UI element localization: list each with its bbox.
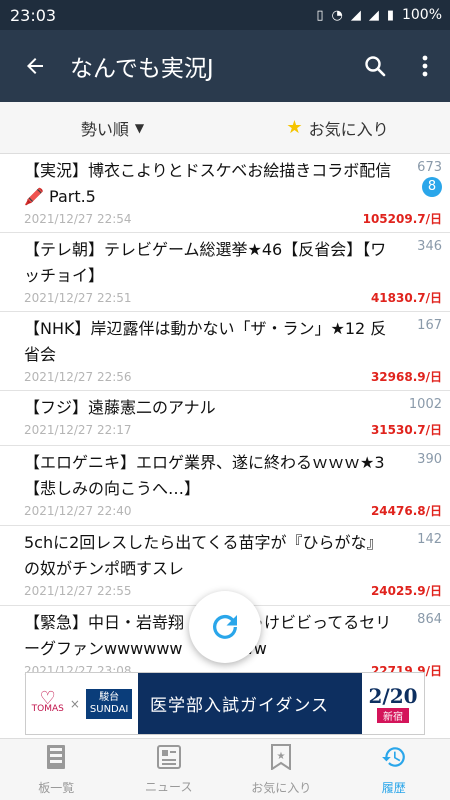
battery-icon: ▮: [386, 7, 394, 23]
thread-date: 2021/12/27 22:55: [24, 584, 132, 598]
bottom-navigation: 板一覧 ニュース ★ お気に入り 履歴: [0, 738, 450, 800]
nav-news[interactable]: ニュース: [113, 739, 226, 800]
ad-headline: 医学部入試ガイダンス: [138, 673, 362, 734]
refresh-button[interactable]: [189, 591, 261, 663]
page-title: なんでも実況J: [70, 56, 214, 82]
thread-title: 5chに2回レスしたら出てくる苗字が『ひらがな』の奴がチンポ晒すスレ: [24, 533, 383, 578]
nav-board-list-label: 板一覧: [38, 780, 75, 795]
favorites-filter[interactable]: ★ お気に入り: [225, 102, 450, 153]
ad-cross: ×: [69, 696, 80, 711]
tomas-text: TOMAS: [31, 703, 64, 714]
thread-row[interactable]: 【テレ朝】テレビゲーム総選挙★46【反省会】【ワッチョイ】 346 2021/1…: [0, 233, 450, 312]
sort-dropdown[interactable]: 勢い順 ▼: [0, 102, 225, 153]
nav-favorites[interactable]: ★ お気に入り: [225, 739, 338, 800]
thread-row[interactable]: 【NHK】岸辺露伴は動かない「ザ・ラン」★12 反省会 167 2021/12/…: [0, 312, 450, 391]
ad-banner[interactable]: ♡ TOMAS × 駿台 SUNDAI 医学部入試ガイダンス 2/20 新宿: [25, 672, 425, 735]
thread-speed: 24025.9/日: [370, 584, 442, 598]
thread-title: 【フジ】遠藤憲二のアナル: [24, 398, 216, 417]
vibrate-icon: ▯: [316, 7, 324, 23]
more-vertical-icon[interactable]: [400, 30, 450, 102]
heart-logo-icon: ♡: [39, 687, 56, 709]
board-list-icon: [45, 744, 67, 775]
thread-date: 2021/12/27 22:56: [24, 370, 132, 384]
thread-count-box: 673 8: [417, 160, 442, 197]
thread-date: 2021/12/27 22:40: [24, 504, 132, 518]
app-bar: なんでも実況J: [0, 30, 450, 102]
wifi-icon: ◔: [331, 7, 343, 23]
battery-level: 100%: [401, 7, 442, 23]
nav-history-label: 履歴: [381, 780, 406, 795]
thread-row[interactable]: 【フジ】遠藤憲二のアナル 1002 2021/12/27 22:17 31530…: [0, 391, 450, 446]
reply-count: 1002: [408, 397, 442, 412]
signal-icon-2: ◢: [368, 7, 379, 23]
thread-speed: 24476.8/日: [370, 504, 442, 518]
thread-row[interactable]: 【エロゲニキ】エロゲ業界、遂に終わるｗｗｗ★3【悲しみの向こうへ…】 390 2…: [0, 446, 450, 526]
nav-board-list[interactable]: 板一覧: [0, 739, 113, 800]
sundai-text: SUNDAI: [89, 703, 129, 715]
thread-title: 【NHK】岸辺露伴は動かない「ザ・ラン」★12 反省会: [24, 319, 387, 364]
status-icons: ▯ ◔ ◢ ◢ ▮ 100%: [316, 7, 442, 23]
thread-title: 【エロゲニキ】エロゲ業界、遂に終わるｗｗｗ★3【悲しみの向こうへ…】: [24, 453, 385, 498]
reply-count: 673: [417, 160, 442, 175]
search-icon[interactable]: [350, 30, 400, 102]
refresh-icon: [213, 614, 237, 639]
nav-news-label: ニュース: [145, 779, 193, 794]
thread-meta: 2021/12/27 22:17 31530.7/日: [24, 421, 442, 439]
nav-history[interactable]: 履歴: [338, 739, 450, 800]
thread-meta: 2021/12/27 22:56 32968.9/日: [24, 368, 442, 386]
thread-speed: 41830.7/日: [370, 291, 442, 305]
ad-location: 新宿: [377, 708, 409, 723]
thread-speed: 105209.7/日: [362, 212, 442, 226]
thread-meta: 2021/12/27 22:51 41830.7/日: [24, 289, 442, 307]
reply-count: 167: [417, 318, 442, 333]
sundai-kanji: 駿台: [99, 691, 120, 703]
back-arrow-icon[interactable]: [0, 30, 70, 102]
reply-count: 390: [417, 452, 442, 467]
thread-row[interactable]: 【実況】博衣こよりとドスケベお絵描きコラボ配信🖍️ Part.5 673 8 2…: [0, 154, 450, 233]
news-icon: [156, 744, 181, 774]
history-icon: [381, 744, 407, 775]
status-time: 23:03: [10, 5, 57, 25]
star-icon: ★: [286, 117, 303, 138]
signal-icon: ◢: [350, 7, 361, 23]
favorites-label: お気に入り: [308, 119, 389, 139]
caret-down-icon: ▼: [134, 120, 145, 135]
sort-tabs: 勢い順 ▼ ★ お気に入り: [0, 102, 450, 154]
ad-date: 2/20: [368, 684, 418, 708]
thread-title: 【テレ朝】テレビゲーム総選挙★46【反省会】【ワッチョイ】: [24, 240, 387, 285]
reply-count: 142: [417, 532, 442, 547]
thread-speed: 31530.7/日: [370, 423, 442, 437]
thread-meta: 2021/12/27 22:40 24476.8/日: [24, 502, 442, 520]
thread-date: 2021/12/27 22:17: [24, 423, 132, 437]
reply-count: 346: [417, 239, 442, 254]
thread-date: 2021/12/27 22:51: [24, 291, 132, 305]
thread-speed: 32968.9/日: [370, 370, 442, 384]
sort-label: 勢い順: [80, 119, 129, 139]
bookmark-icon: ★: [270, 743, 292, 775]
ad-date-box: 2/20 新宿: [362, 673, 424, 734]
thread-date: 2021/12/27 22:54: [24, 212, 132, 226]
status-bar: 23:03 ▯ ◔ ◢ ◢ ▮ 100%: [0, 0, 450, 30]
reply-count: 864: [417, 612, 442, 627]
tomas-logo: ♡ TOMAS: [31, 687, 64, 714]
unread-badge: 8: [422, 177, 442, 197]
nav-favorites-label: お気に入り: [251, 780, 312, 795]
svg-text:★: ★: [277, 751, 286, 762]
sundai-logo: 駿台 SUNDAI: [85, 688, 133, 719]
thread-meta: 2021/12/27 22:54 105209.7/日: [24, 210, 442, 228]
thread-title: 【実況】博衣こよりとドスケベお絵描きコラボ配信🖍️ Part.5: [24, 161, 392, 206]
ad-logos: ♡ TOMAS × 駿台 SUNDAI: [26, 673, 138, 734]
